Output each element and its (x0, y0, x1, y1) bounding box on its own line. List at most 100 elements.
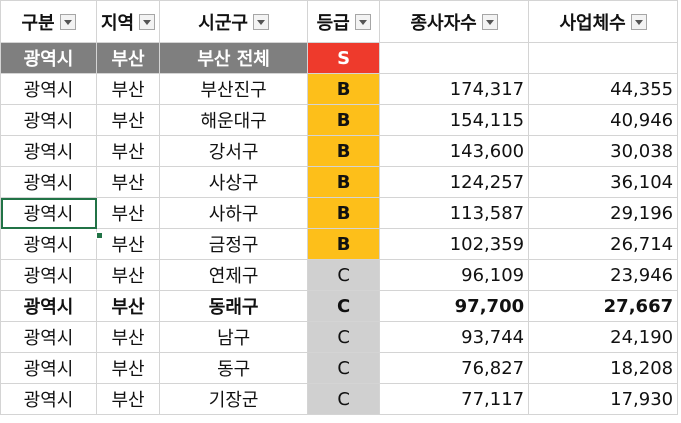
businesses-cell[interactable]: 18,208 (528, 352, 679, 384)
employees-cell[interactable]: 77,117 (379, 383, 530, 415)
total-employees-cell[interactable] (379, 42, 530, 74)
type-cell[interactable]: 광역시 (0, 259, 97, 291)
businesses-cell[interactable]: 24,190 (528, 321, 679, 353)
employees-cell[interactable]: 124,257 (379, 166, 530, 198)
region-cell[interactable]: 부산 (95, 166, 161, 198)
table-row: 광역시 부산 사상구 B 124,257 36,104 (0, 166, 679, 198)
grade-cell[interactable]: B (307, 166, 381, 198)
type-cell[interactable]: 광역시 (0, 352, 97, 384)
table-row: 광역시 부산 남구 C 93,744 24,190 (0, 321, 679, 353)
district-cell[interactable]: 동구 (159, 352, 309, 384)
fill-handle[interactable] (96, 232, 103, 239)
grade-cell[interactable]: B (307, 228, 381, 260)
total-businesses-cell[interactable] (528, 42, 679, 74)
spreadsheet-table: 구분 지역 시군구 등급 종사자수 사업체수 광역시 부산 부산 전체 S 광역… (0, 0, 679, 415)
businesses-cell[interactable]: 29,196 (528, 197, 679, 229)
employees-cell[interactable]: 143,600 (379, 135, 530, 167)
grade-cell[interactable]: B (307, 135, 381, 167)
filter-dropdown-icon[interactable] (630, 13, 647, 30)
header-label: 구분 (21, 12, 55, 34)
businesses-cell[interactable]: 30,038 (528, 135, 679, 167)
region-cell[interactable]: 부산 (95, 259, 161, 291)
district-cell[interactable]: 연제구 (159, 259, 309, 291)
district-cell[interactable]: 강서구 (159, 135, 309, 167)
region-cell[interactable]: 부산 (95, 197, 161, 229)
employees-cell[interactable]: 96,109 (379, 259, 530, 291)
region-cell[interactable]: 부산 (95, 228, 161, 260)
district-cell[interactable]: 사하구 (159, 197, 309, 229)
businesses-cell[interactable]: 17,930 (528, 383, 679, 415)
total-row: 광역시 부산 부산 전체 S (0, 42, 679, 74)
filter-dropdown-icon[interactable] (59, 13, 76, 30)
type-cell[interactable]: 광역시 (0, 166, 97, 198)
region-cell[interactable]: 부산 (95, 321, 161, 353)
grade-cell[interactable]: C (307, 290, 381, 322)
header-cell-businesses[interactable]: 사업체수 (528, 0, 679, 43)
grade-cell[interactable]: C (307, 321, 381, 353)
header-cell-district[interactable]: 시군구 (159, 0, 309, 43)
employees-cell[interactable]: 154,115 (379, 104, 530, 136)
type-cell[interactable]: 광역시 (0, 321, 97, 353)
total-grade-cell[interactable]: S (307, 42, 381, 74)
total-region-cell[interactable]: 부산 (95, 42, 161, 74)
total-district-cell[interactable]: 부산 전체 (159, 42, 309, 74)
district-cell[interactable]: 기장군 (159, 383, 309, 415)
header-label: 종사자수 (410, 12, 477, 34)
type-cell[interactable]: 광역시 (0, 73, 97, 105)
district-cell[interactable]: 금정구 (159, 228, 309, 260)
table-row: 광역시 부산 사하구 B 113,587 29,196 (0, 197, 679, 229)
grade-cell[interactable]: C (307, 259, 381, 291)
businesses-cell[interactable]: 23,946 (528, 259, 679, 291)
employees-cell[interactable]: 97,700 (379, 290, 530, 322)
businesses-cell[interactable]: 26,714 (528, 228, 679, 260)
type-cell[interactable]: 광역시 (0, 135, 97, 167)
district-cell[interactable]: 해운대구 (159, 104, 309, 136)
header-label: 지역 (101, 12, 135, 34)
region-cell[interactable]: 부산 (95, 352, 161, 384)
type-cell[interactable]: 광역시 (0, 290, 97, 322)
type-cell[interactable]: 광역시 (0, 383, 97, 415)
grade-cell[interactable]: B (307, 197, 381, 229)
filter-dropdown-icon[interactable] (354, 13, 371, 30)
header-cell-type[interactable]: 구분 (0, 0, 97, 43)
type-cell[interactable]: 광역시 (0, 197, 97, 229)
region-cell[interactable]: 부산 (95, 104, 161, 136)
employees-cell[interactable]: 93,744 (379, 321, 530, 353)
employees-cell[interactable]: 76,827 (379, 352, 530, 384)
district-cell[interactable]: 남구 (159, 321, 309, 353)
header-cell-region[interactable]: 지역 (95, 0, 161, 43)
grade-cell[interactable]: C (307, 383, 381, 415)
district-cell[interactable]: 사상구 (159, 166, 309, 198)
grade-cell[interactable]: B (307, 73, 381, 105)
district-cell[interactable]: 동래구 (159, 290, 309, 322)
businesses-cell[interactable]: 27,667 (528, 290, 679, 322)
header-label: 사업체수 (559, 12, 626, 34)
type-cell[interactable]: 광역시 (0, 228, 97, 260)
region-cell[interactable]: 부산 (95, 135, 161, 167)
header-label: 시군구 (198, 12, 248, 34)
filter-dropdown-icon[interactable] (481, 13, 498, 30)
header-row: 구분 지역 시군구 등급 종사자수 사업체수 (0, 0, 679, 43)
filter-dropdown-icon[interactable] (252, 13, 269, 30)
total-type-cell[interactable]: 광역시 (0, 42, 97, 74)
grade-cell[interactable]: B (307, 104, 381, 136)
header-cell-grade[interactable]: 등급 (307, 0, 381, 43)
table-row: 광역시 부산 동래구 C 97,700 27,667 (0, 290, 679, 322)
region-cell[interactable]: 부산 (95, 73, 161, 105)
region-cell[interactable]: 부산 (95, 383, 161, 415)
type-cell[interactable]: 광역시 (0, 104, 97, 136)
district-cell[interactable]: 부산진구 (159, 73, 309, 105)
businesses-cell[interactable]: 44,355 (528, 73, 679, 105)
table-row: 광역시 부산 연제구 C 96,109 23,946 (0, 259, 679, 291)
employees-cell[interactable]: 174,317 (379, 73, 530, 105)
header-cell-employees[interactable]: 종사자수 (379, 0, 530, 43)
employees-cell[interactable]: 102,359 (379, 228, 530, 260)
region-cell[interactable]: 부산 (95, 290, 161, 322)
employees-cell[interactable]: 113,587 (379, 197, 530, 229)
table-row: 광역시 부산 해운대구 B 154,115 40,946 (0, 104, 679, 136)
table-row: 광역시 부산 동구 C 76,827 18,208 (0, 352, 679, 384)
businesses-cell[interactable]: 40,946 (528, 104, 679, 136)
grade-cell[interactable]: C (307, 352, 381, 384)
filter-dropdown-icon[interactable] (139, 13, 156, 30)
businesses-cell[interactable]: 36,104 (528, 166, 679, 198)
